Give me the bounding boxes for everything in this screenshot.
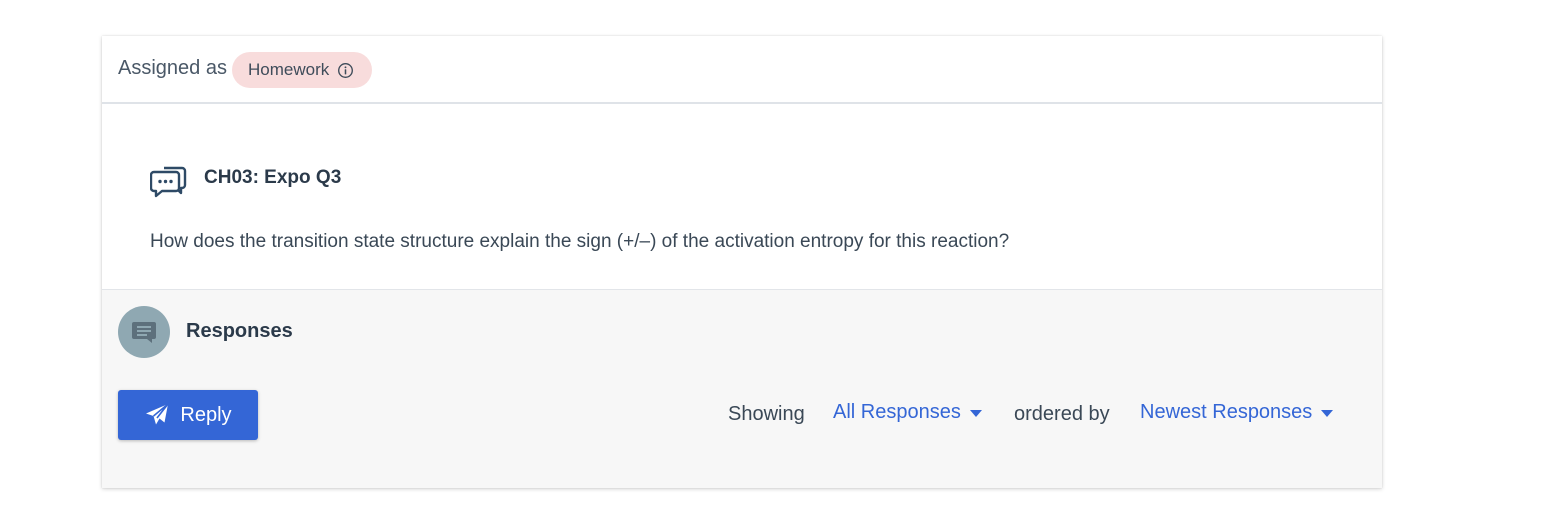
reply-button[interactable]: Reply: [118, 390, 258, 440]
discussion-bubbles-icon: [150, 166, 187, 198]
badge-label: Homework: [248, 60, 330, 79]
responses-heading: Responses: [186, 320, 293, 342]
info-icon[interactable]: [337, 62, 354, 79]
question-prompt: How does the transition state structure …: [150, 231, 1010, 252]
caret-down-icon: [969, 410, 982, 417]
assignment-header: Assigned as Homework: [102, 36, 1382, 104]
sort-order-dropdown[interactable]: Newest Responses: [1140, 401, 1334, 424]
responses-section: Responses Reply Showing All Responses or…: [102, 290, 1382, 488]
question-section: CH03: Expo Q3 How does the transition st…: [102, 104, 1382, 290]
question-title: CH03: Expo Q3: [204, 167, 342, 188]
responses-avatar: [118, 306, 170, 358]
paper-plane-icon: [146, 403, 170, 425]
showing-label: Showing: [728, 403, 805, 425]
ordered-by-label: ordered by: [1014, 403, 1110, 425]
assigned-as-label: Assigned as: [118, 57, 227, 79]
discussion-card: Assigned as Homework CH03: Expo Q3 How d…: [102, 36, 1382, 488]
caret-down-icon: [1321, 410, 1334, 417]
response-filter-dropdown[interactable]: All Responses: [833, 401, 982, 424]
homework-badge[interactable]: Homework: [232, 52, 373, 88]
comment-icon: [132, 322, 156, 343]
sort-order-value: Newest Responses: [1140, 401, 1313, 423]
response-filter-value: All Responses: [833, 401, 961, 423]
reply-label: Reply: [180, 403, 232, 426]
